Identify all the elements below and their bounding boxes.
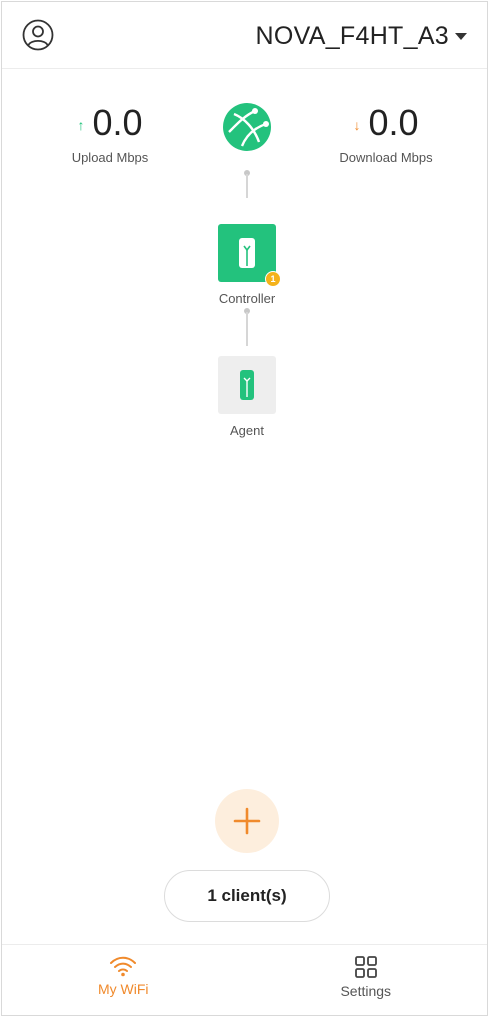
network-selector[interactable]: NOVA_F4HT_A3 bbox=[256, 22, 467, 51]
connector-line bbox=[246, 174, 248, 198]
nav-settings-label: Settings bbox=[340, 983, 392, 999]
router-icon bbox=[240, 370, 254, 400]
nav-my-wifi[interactable]: My WiFi bbox=[2, 945, 245, 1015]
plus-icon bbox=[233, 807, 261, 835]
clients-button[interactable]: 1 client(s) bbox=[164, 870, 330, 922]
network-name: NOVA_F4HT_A3 bbox=[255, 22, 449, 50]
controller-label: Controller bbox=[218, 291, 276, 306]
upload-label: Upload Mbps bbox=[71, 150, 149, 165]
wifi-icon bbox=[110, 956, 137, 977]
connector-line bbox=[246, 312, 248, 346]
nav-my-wifi-label: My WiFi bbox=[97, 981, 149, 997]
top-bar: NOVA_F4HT_A3 bbox=[2, 2, 487, 69]
agent-node[interactable] bbox=[218, 356, 276, 414]
agent-label: Agent bbox=[230, 423, 264, 438]
upload-speed: ↑ 0.0 Upload Mbps bbox=[30, 102, 190, 165]
notification-badge: 1 bbox=[265, 271, 281, 287]
nav-settings[interactable]: Settings bbox=[245, 945, 488, 1015]
download-value: 0.0 bbox=[368, 102, 419, 143]
caret-down-icon bbox=[455, 33, 467, 40]
download-label: Download Mbps bbox=[339, 150, 433, 165]
grid-icon bbox=[354, 956, 377, 978]
user-circle-icon[interactable] bbox=[22, 19, 54, 51]
app-frame: NOVA_F4HT_A3 ↑ 0.0 Upload Mbps ↓ 0.0 Dow… bbox=[1, 1, 488, 1016]
bottom-nav: My WiFi Settings bbox=[2, 944, 487, 1015]
upload-value: 0.0 bbox=[92, 102, 143, 143]
download-speed: ↓ 0.0 Download Mbps bbox=[306, 102, 466, 165]
router-icon bbox=[239, 238, 255, 268]
add-device-button[interactable] bbox=[215, 789, 279, 853]
arrow-up-icon: ↑ bbox=[77, 117, 85, 133]
globe-icon bbox=[223, 103, 271, 151]
arrow-down-icon: ↓ bbox=[353, 117, 361, 133]
controller-node[interactable]: 1 bbox=[218, 224, 281, 287]
